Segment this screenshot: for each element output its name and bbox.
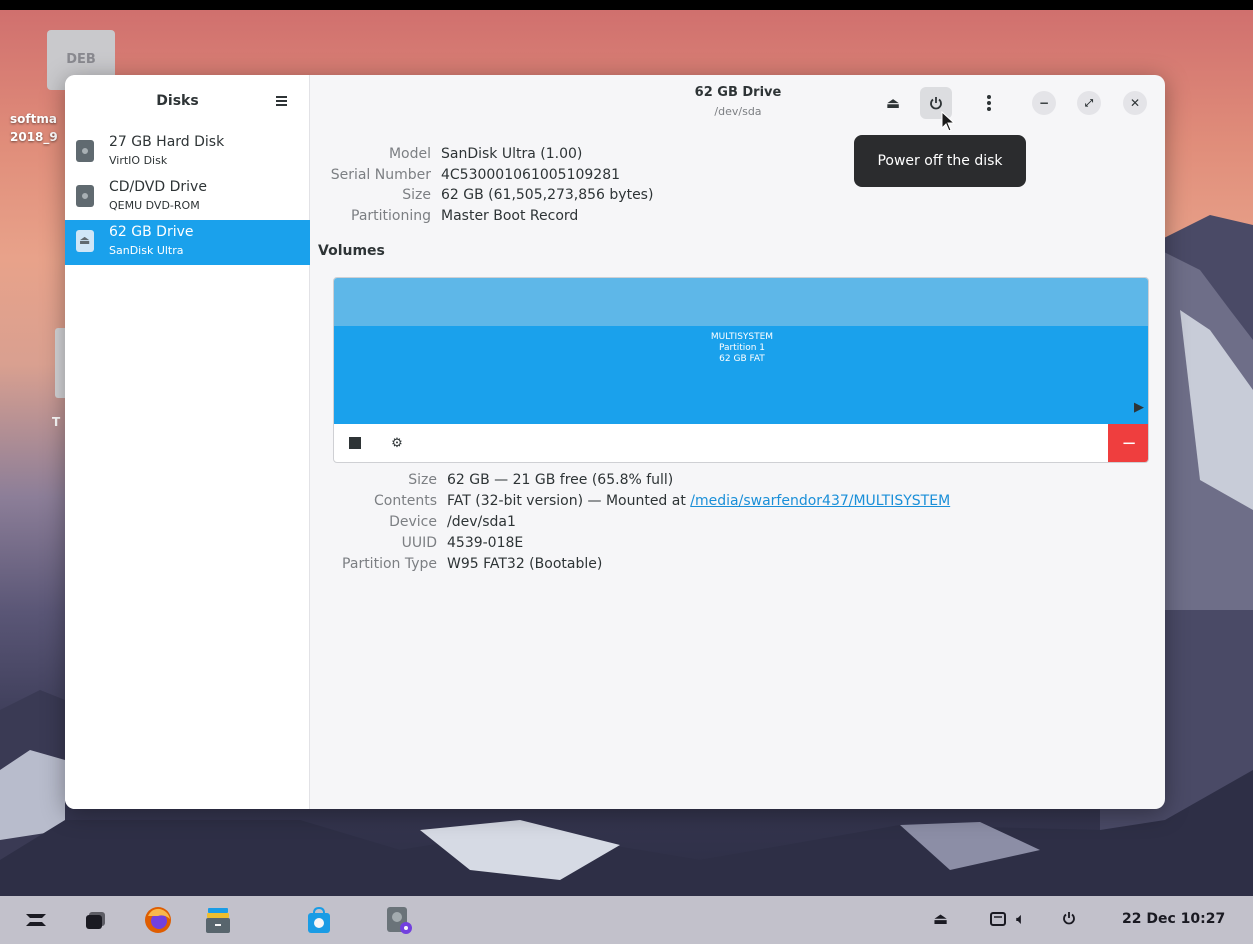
- system-power-icon[interactable]: [1062, 911, 1076, 925]
- main-pane: 62 GB Drive /dev/sda ⏏ − ⤢ ✕ Model SanDi…: [311, 75, 1165, 809]
- eject-icon: ⏏: [885, 94, 901, 112]
- mount-point-link[interactable]: /media/swarfendor437/MULTISYSTEM: [690, 493, 950, 509]
- disks-app-icon[interactable]: [383, 904, 415, 936]
- uuid-key: UUID: [401, 535, 437, 551]
- device-item-hard-disk[interactable]: 27 GB Hard Disk VirtIO Disk: [65, 130, 310, 175]
- device-value: /dev/sda1: [447, 514, 516, 530]
- mouse-cursor-icon: [941, 111, 956, 132]
- minus-icon: −: [1121, 433, 1137, 454]
- device-item-usb-drive[interactable]: ⏏ 62 GB Drive SanDisk Ultra: [65, 220, 310, 265]
- sidebar-title: Disks: [156, 93, 199, 109]
- model-value: SanDisk Ultra (1.00): [441, 146, 583, 162]
- eject-tray-icon[interactable]: ⏏: [933, 909, 948, 928]
- vol-size-value: 62 GB — 21 GB free (65.8% full): [447, 472, 674, 488]
- gears-icon: ⚙: [391, 435, 403, 451]
- kebab-menu-icon: [987, 95, 991, 111]
- contents-text: FAT (32-bit version) — Mounted at: [447, 493, 691, 509]
- firefox-icon[interactable]: [142, 904, 174, 936]
- partition-type-key: Partition Type: [342, 556, 437, 572]
- uuid-value: 4539-018E: [447, 535, 524, 551]
- delete-partition-button[interactable]: −: [1108, 424, 1148, 462]
- play-arrow-icon: ▶: [1134, 400, 1144, 415]
- partitioning-value: Master Boot Record: [441, 208, 579, 224]
- device-name: 27 GB Hard Disk: [109, 134, 225, 150]
- maximize-button[interactable]: ⤢: [1077, 91, 1101, 115]
- close-button[interactable]: ✕: [1123, 91, 1147, 115]
- contents-key: Contents: [374, 493, 437, 509]
- vol-size-key: Size: [408, 472, 437, 488]
- sidebar-header: Disks: [65, 75, 309, 130]
- sidebar: Disks 27 GB Hard Disk VirtIO Disk CD/DVD…: [65, 75, 310, 809]
- stop-icon: [349, 437, 361, 449]
- partition-size: 62 GB FAT: [719, 354, 765, 364]
- desktop-file-label[interactable]: T: [52, 415, 60, 429]
- software-store-icon[interactable]: [303, 904, 335, 936]
- device-name: 62 GB Drive: [109, 224, 194, 240]
- partition-settings-button[interactable]: ⚙: [376, 424, 418, 462]
- top-bar: [0, 0, 1253, 10]
- power-icon: [930, 97, 942, 110]
- device-key: Device: [389, 514, 437, 530]
- minimize-icon: −: [1038, 96, 1050, 110]
- partition-number: Partition 1: [718, 343, 766, 353]
- hard-disk-icon: [76, 140, 94, 162]
- partition-block[interactable]: MULTISYSTEM Partition 1 62 GB FAT: [334, 326, 1148, 424]
- device-subtitle: SanDisk Ultra: [109, 244, 184, 257]
- partitioning-key: Partitioning: [351, 208, 431, 224]
- device-item-cd-dvd[interactable]: CD/DVD Drive QEMU DVD-ROM: [65, 175, 310, 220]
- drive-menu-button[interactable]: [973, 87, 1005, 119]
- minimize-button[interactable]: −: [1032, 91, 1056, 115]
- eject-button[interactable]: ⏏: [877, 87, 909, 119]
- volume-drive-strip[interactable]: [334, 278, 1148, 326]
- volumes-heading: Volumes: [318, 243, 385, 259]
- maximize-icon: ⤢: [1085, 97, 1093, 109]
- taskbar: ⏏ 🔈︎ 22 Dec 10:27: [0, 896, 1253, 944]
- volume-map: MULTISYSTEM Partition 1 62 GB FAT ▶ ⚙ −: [333, 277, 1149, 463]
- clock[interactable]: 22 Dec 10:27: [1122, 911, 1225, 927]
- device-name: CD/DVD Drive: [109, 179, 207, 195]
- unmount-button[interactable]: [334, 424, 376, 462]
- size-key: Size: [402, 187, 431, 203]
- model-key: Model: [388, 146, 431, 162]
- usb-drive-icon: ⏏: [76, 230, 94, 252]
- close-icon: ✕: [1129, 96, 1141, 110]
- volume-icon[interactable]: 🔈︎: [1016, 909, 1026, 929]
- deb-icon-text: DEB: [66, 52, 96, 67]
- deb-file-label-line1: softma: [10, 112, 57, 126]
- partition-type-value: W95 FAT32 (Bootable): [447, 556, 603, 572]
- deb-file-label-line2: 2018_9: [10, 130, 58, 144]
- workspaces-icon[interactable]: [80, 904, 112, 936]
- serial-key: Serial Number: [330, 167, 431, 183]
- device-subtitle: QEMU DVD-ROM: [109, 199, 200, 212]
- files-icon[interactable]: [202, 904, 234, 936]
- size-value: 62 GB (61,505,273,856 bytes): [441, 187, 654, 203]
- partition-name: MULTISYSTEM: [710, 332, 774, 342]
- serial-value: 4C530001061005109281: [441, 167, 621, 183]
- contents-value: FAT (32-bit version) — Mounted at /media…: [447, 493, 950, 509]
- device-subtitle: VirtIO Disk: [109, 154, 168, 167]
- deb-file-label[interactable]: softma 2018_9: [10, 110, 70, 146]
- menu-icon[interactable]: [276, 94, 290, 108]
- zorin-menu-icon[interactable]: [20, 904, 52, 936]
- network-icon[interactable]: [990, 912, 1006, 926]
- power-off-tooltip: Power off the disk: [854, 135, 1026, 187]
- optical-drive-icon: [76, 185, 94, 207]
